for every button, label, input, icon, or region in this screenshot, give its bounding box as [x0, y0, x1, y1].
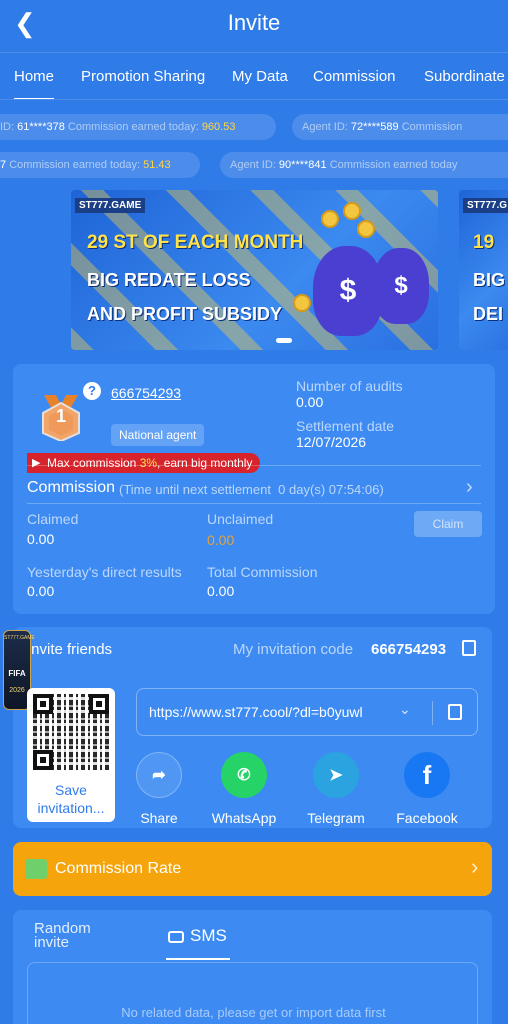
unclaimed-value: 0.00 — [207, 532, 235, 548]
yesterday-value: 0.00 — [27, 583, 55, 599]
divider — [27, 465, 481, 466]
facebook-button[interactable]: f Facebook — [382, 752, 472, 826]
coin-icon — [321, 210, 339, 228]
settlement-value: 12/07/2026 — [296, 434, 367, 450]
qr-finder — [89, 694, 109, 714]
ticker-item: ID: 61****378 Commission earned today: 9… — [0, 114, 276, 140]
yesterday-label: Yesterday's direct results — [27, 564, 182, 580]
contacts-list: No related data, please get or import da… — [27, 962, 478, 1024]
page-title: Invite — [227, 10, 281, 35]
commission-title: Commission — [27, 479, 116, 496]
whatsapp-icon: ✆ — [221, 752, 267, 798]
divider — [432, 701, 433, 725]
qr-finder — [33, 694, 53, 714]
divider — [27, 503, 481, 504]
chevron-down-icon[interactable]: ⌄ — [399, 701, 411, 718]
invitation-code-label: My invitation code — [233, 641, 354, 658]
role-badge: National agent — [111, 424, 205, 446]
whatsapp-button[interactable]: ✆ WhatsApp — [199, 752, 289, 826]
save-invitation-label: Save — [55, 782, 87, 798]
tab-bar: Home Promotion Sharing My Data Commissio… — [0, 52, 508, 100]
settlement-countdown: (Time until next settlement 0 day(s) 07:… — [119, 482, 384, 497]
share-icon: ➦ — [136, 752, 182, 798]
active-tab-indicator — [166, 958, 230, 960]
audits-label: Number of audits — [296, 378, 403, 394]
max-commission-banner: ▶ Max commission 3%, earn big monthly — [27, 453, 261, 473]
commission-rate-button[interactable]: Commission Rate › — [13, 842, 492, 896]
banner-line: DEI — [473, 304, 504, 324]
tab-random-invite[interactable]: Random invite — [34, 921, 91, 950]
money-bag-icon: $ — [373, 248, 429, 324]
promo-banner[interactable]: ST777.GAME 29 ST OF EACH MONTH BIG REDAT… — [71, 190, 438, 350]
fifa-badge-brand: ST777.GAME — [4, 635, 35, 641]
tab-my-data[interactable]: My Data — [232, 68, 288, 85]
copy-link-icon[interactable] — [448, 704, 462, 720]
commission-rate-label: Commission Rate — [55, 860, 182, 877]
tab-sms[interactable]: SMS — [168, 926, 227, 946]
message-icon — [168, 930, 184, 943]
ticker-item: Agent ID: 90****841 Commission earned to… — [220, 152, 508, 178]
banner-line: AND PROFIT SUBSIDY — [87, 304, 283, 324]
settlement-label: Settlement date — [296, 418, 395, 434]
active-tab-indicator — [14, 98, 54, 99]
total-commission-value: 0.00 — [207, 583, 235, 599]
invite-link: https://www.st777.cool/?dl=b0yuwl — [149, 704, 363, 720]
total-commission-label: Total Commission — [207, 564, 318, 580]
megaphone-icon: ▶ — [32, 457, 41, 469]
chevron-right-icon[interactable]: › — [466, 476, 473, 499]
qr-card[interactable]: Save invitation... — [27, 688, 115, 822]
help-question-icon[interactable]: ? — [83, 382, 101, 400]
banner-headline: 29 ST OF EACH MONTH — [87, 232, 304, 253]
ticker-item: 7 Commission earned today: 51.43 — [0, 152, 200, 178]
empty-state: No related data, please get or import da… — [121, 1005, 386, 1020]
claim-button[interactable]: Claim — [414, 511, 482, 537]
invitation-code: 666754293 — [371, 641, 447, 658]
tab-home[interactable]: Home — [14, 68, 54, 85]
agent-id[interactable]: 666754293 — [111, 385, 181, 401]
tab-commission[interactable]: Commission — [313, 68, 396, 85]
coin-icon — [293, 294, 311, 312]
qr-finder — [33, 750, 53, 770]
banner-brand: ST777.G — [463, 198, 508, 213]
telegram-icon: ➤ — [313, 752, 359, 798]
chevron-right-icon: › — [471, 854, 479, 879]
coin-icon — [343, 202, 361, 220]
invite-title: Invite friends — [27, 641, 113, 658]
coin-icon — [357, 220, 375, 238]
claimed-value: 0.00 — [27, 531, 55, 547]
unclaimed-label: Unclaimed — [207, 511, 274, 527]
fifa-badge-text: FIFA — [8, 669, 26, 678]
save-invitation-label: invitation... — [37, 800, 105, 816]
copy-code-icon[interactable] — [462, 640, 476, 656]
banner-line: BIG REDATE LOSS — [87, 270, 251, 290]
facebook-icon: f — [404, 752, 450, 798]
claimed-label: Claimed — [27, 511, 79, 527]
audits-value: 0.00 — [296, 394, 324, 410]
invite-link-field[interactable]: https://www.st777.cool/?dl=b0yuwl ⌄ — [136, 688, 478, 736]
ticker-item: Agent ID: 72****589 Commission — [292, 114, 508, 140]
banner-brand: ST777.GAME — [75, 198, 146, 213]
tab-subordinate[interactable]: Subordinate — [424, 68, 505, 85]
medal-level: 1 — [56, 406, 67, 426]
banner-line: BIG — [473, 270, 506, 290]
banner-headline: 19 — [473, 232, 495, 253]
telegram-button[interactable]: ➤ Telegram — [291, 752, 381, 826]
app-header: ❮ Invite — [0, 0, 508, 50]
share-button[interactable]: ➦ Share — [114, 752, 204, 826]
next-banner[interactable]: ST777.G 19 BIG DEI — [459, 190, 508, 350]
tab-promotion-sharing[interactable]: Promotion Sharing — [81, 68, 205, 85]
wallet-icon — [25, 859, 47, 879]
carousel-indicator — [276, 338, 292, 343]
